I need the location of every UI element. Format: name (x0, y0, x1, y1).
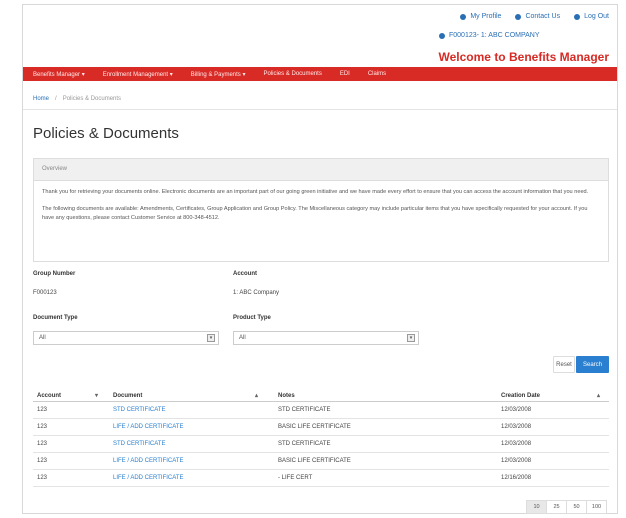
col-document[interactable]: Document (113, 393, 142, 399)
welcome-heading: Welcome to Benefits Manager (438, 50, 609, 64)
company-name: F000123- 1: ABC COMPANY (449, 32, 540, 39)
page-size-50[interactable]: 50 (566, 500, 587, 514)
search-button[interactable]: Search (576, 356, 609, 373)
cell-document-link[interactable]: STD CERTIFICATE (113, 441, 165, 447)
log-out-link[interactable]: Log Out (574, 13, 609, 20)
nav-claims[interactable]: Claims (368, 71, 386, 77)
document-type-select[interactable]: All ▾ (33, 331, 219, 345)
account-value: 1: ABC Company (233, 290, 280, 296)
page-size-10[interactable]: 10 (526, 500, 547, 514)
contact-us-link[interactable]: Contact Us (515, 13, 560, 20)
cell-date: 12/03/2008 (501, 441, 532, 447)
cell-notes: BASIC LIFE CERTIFICATE (278, 424, 351, 430)
product-type-label: Product Type (233, 315, 271, 321)
group-number-value: F000123 (33, 290, 57, 296)
cell-account: 123 (37, 441, 48, 447)
table-header: Account ▾ Document ▴ Notes Creation Date… (33, 388, 609, 402)
cell-date: 12/03/2008 (501, 407, 532, 413)
nav-edi[interactable]: EDI (340, 71, 350, 77)
building-icon (439, 32, 445, 39)
cell-document-link[interactable]: STD CERTIFICATE (113, 407, 165, 413)
col-creation-date[interactable]: Creation Date (501, 393, 540, 399)
page-size-selector: 10 25 50 100 (526, 500, 607, 514)
divider (23, 109, 617, 110)
contact-us-label: Contact Us (525, 13, 561, 20)
my-profile-label: My Profile (470, 13, 502, 20)
user-icon (460, 13, 467, 20)
breadcrumb-separator: / (55, 96, 57, 102)
document-type-value: All (39, 335, 46, 341)
chevron-down-icon: ▾ (207, 334, 215, 342)
reset-button[interactable]: Reset (553, 356, 575, 373)
cell-account: 123 (37, 475, 48, 481)
top-header: My Profile Contact Us Log Out F000123- 1… (23, 5, 617, 67)
sort-icon[interactable]: ▴ (255, 392, 258, 399)
overview-panel: Overview Thank you for retrieving your d… (33, 158, 609, 262)
nav-billing-payments[interactable]: Billing & Payments ▾ (191, 71, 246, 78)
utility-links: My Profile Contact Us Log Out (460, 13, 609, 20)
overview-paragraph-1: Thank you for retrieving your documents … (42, 189, 589, 195)
cell-notes: BASIC LIFE CERTIFICATE (278, 458, 351, 464)
nav-enrollment-management[interactable]: Enrollment Management ▾ (103, 71, 173, 78)
product-type-value: All (239, 335, 246, 341)
cell-document-link[interactable]: LIFE / ADD CERTIFICATE (113, 475, 183, 481)
table-row: 123 LIFE / ADD CERTIFICATE BASIC LIFE CE… (33, 419, 609, 436)
log-out-label: Log Out (584, 13, 609, 20)
logout-icon (574, 13, 581, 20)
cell-document-link[interactable]: LIFE / ADD CERTIFICATE (113, 458, 183, 464)
breadcrumb-home[interactable]: Home (33, 96, 49, 102)
nav-benefits-manager[interactable]: Benefits Manager ▾ (33, 71, 85, 78)
cell-date: 12/03/2008 (501, 458, 532, 464)
overview-body: Thank you for retrieving your documents … (34, 181, 608, 238)
cell-notes: STD CERTIFICATE (278, 407, 331, 413)
cell-account: 123 (37, 407, 48, 413)
page-size-25[interactable]: 25 (546, 500, 567, 514)
page-size-100[interactable]: 100 (586, 500, 607, 514)
table-row: 123 STD CERTIFICATE STD CERTIFICATE 12/0… (33, 402, 609, 419)
document-type-label: Document Type (33, 315, 78, 321)
cell-document-link[interactable]: LIFE / ADD CERTIFICATE (113, 424, 183, 430)
chevron-down-icon: ▾ (407, 334, 415, 342)
col-account[interactable]: Account (37, 393, 61, 399)
table-row: 123 STD CERTIFICATE STD CERTIFICATE 12/0… (33, 436, 609, 453)
sort-icon[interactable]: ▴ (597, 392, 600, 399)
group-number-label: Group Number (33, 271, 76, 277)
col-notes[interactable]: Notes (278, 393, 295, 399)
nav-policies-documents[interactable]: Policies & Documents (263, 71, 321, 77)
product-type-select[interactable]: All ▾ (233, 331, 419, 345)
table-row: 123 LIFE / ADD CERTIFICATE BASIC LIFE CE… (33, 453, 609, 470)
page-title: Policies & Documents (33, 125, 179, 142)
my-profile-link[interactable]: My Profile (460, 13, 501, 20)
overview-paragraph-2: The following documents are available: A… (42, 206, 588, 221)
breadcrumb-current: Policies & Documents (62, 96, 122, 102)
phone-icon (515, 13, 522, 20)
documents-table: Account ▾ Document ▴ Notes Creation Date… (33, 388, 609, 487)
account-label: Account (233, 271, 257, 277)
overview-heading: Overview (34, 159, 608, 181)
main-nav: Benefits Manager ▾ Enrollment Management… (23, 67, 617, 81)
cell-notes: - LIFE CERT (278, 475, 313, 481)
company-selector[interactable]: F000123- 1: ABC COMPANY (439, 32, 540, 39)
cell-date: 12/16/2008 (501, 475, 532, 481)
cell-account: 123 (37, 458, 48, 464)
page-frame: My Profile Contact Us Log Out F000123- 1… (22, 4, 618, 514)
cell-account: 123 (37, 424, 48, 430)
breadcrumb: Home / Policies & Documents (33, 96, 121, 102)
table-row: 123 LIFE / ADD CERTIFICATE - LIFE CERT 1… (33, 470, 609, 487)
cell-notes: STD CERTIFICATE (278, 441, 331, 447)
cell-date: 12/03/2008 (501, 424, 532, 430)
sort-icon[interactable]: ▾ (95, 392, 98, 399)
